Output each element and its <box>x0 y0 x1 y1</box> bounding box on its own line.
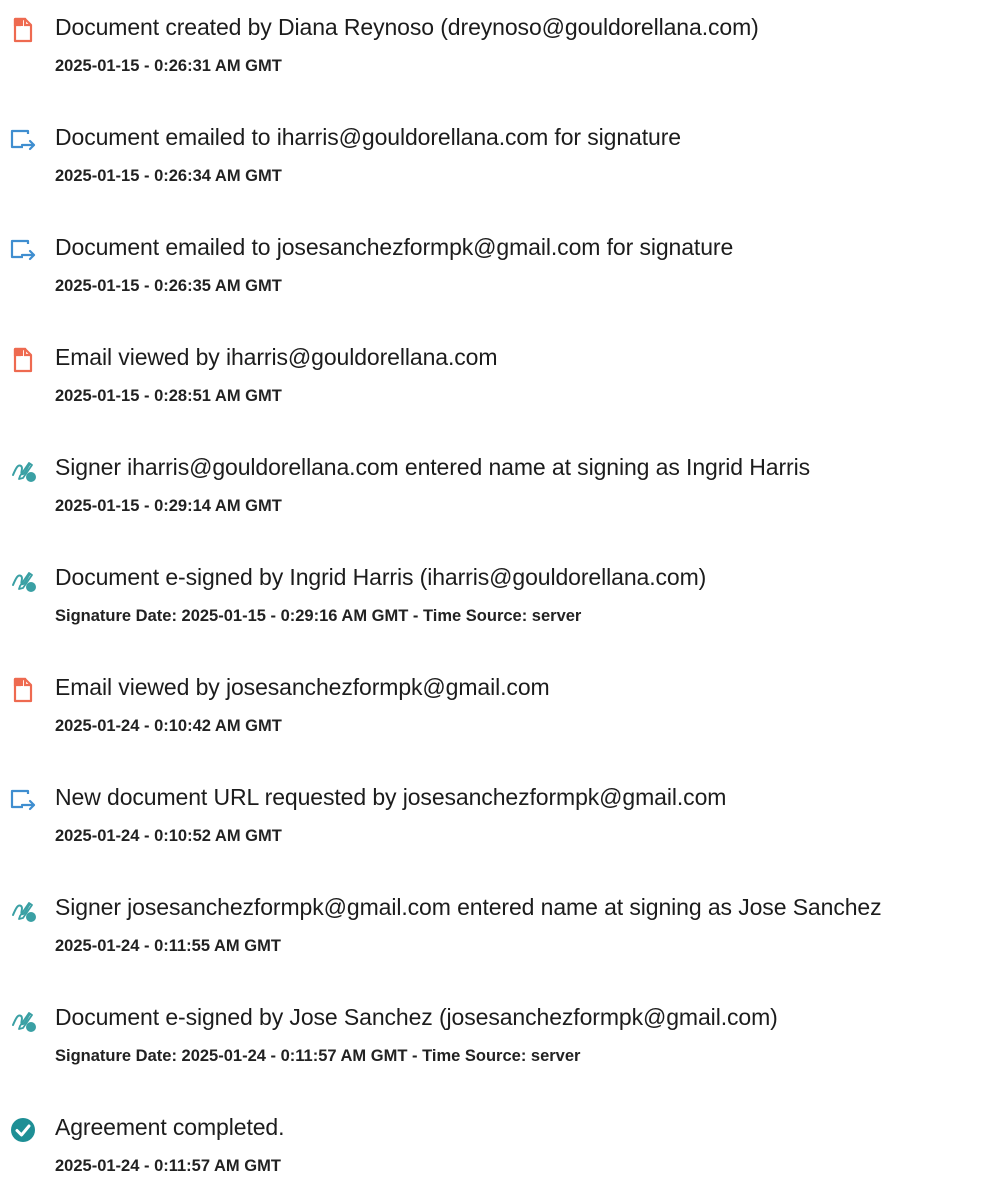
audit-event: Document created by Diana Reynoso (dreyn… <box>0 5 982 105</box>
event-description: Agreement completed. <box>55 1114 285 1140</box>
document-icon <box>8 345 38 375</box>
audit-event: Email viewed by josesanchezformpk@gmail.… <box>0 665 982 765</box>
email-sent-icon <box>8 785 38 815</box>
event-description: Document e-signed by Jose Sanchez (joses… <box>55 1004 778 1030</box>
signature-pen-icon <box>8 565 38 595</box>
event-description: Signer josesanchezformpk@gmail.com enter… <box>55 894 882 920</box>
signature-pen-icon <box>8 1005 38 1035</box>
document-icon <box>8 15 38 45</box>
audit-event: Agreement completed. 2025-01-24 - 0:11:5… <box>0 1105 982 1175</box>
event-description: Document emailed to iharris@gouldorellan… <box>55 124 681 150</box>
audit-event: New document URL requested by josesanche… <box>0 775 982 875</box>
event-signature-date: Signature Date: 2025-01-24 - 0:11:57 AM … <box>55 1047 581 1065</box>
email-sent-icon <box>8 235 38 265</box>
event-description: Email viewed by iharris@gouldorellana.co… <box>55 344 498 370</box>
event-timestamp: 2025-01-15 - 0:29:14 AM GMT <box>55 497 282 515</box>
email-sent-icon <box>8 125 38 155</box>
event-description: Document emailed to josesanchezformpk@gm… <box>55 234 734 260</box>
audit-event: Document e-signed by Ingrid Harris (ihar… <box>0 555 982 655</box>
event-signature-date: Signature Date: 2025-01-15 - 0:29:16 AM … <box>55 607 582 625</box>
event-timestamp: 2025-01-24 - 0:10:42 AM GMT <box>55 717 282 735</box>
event-timestamp: 2025-01-15 - 0:26:35 AM GMT <box>55 277 282 295</box>
event-description: Document e-signed by Ingrid Harris (ihar… <box>55 564 707 590</box>
event-timestamp: 2025-01-15 - 0:26:31 AM GMT <box>55 57 282 75</box>
audit-event: Document emailed to iharris@gouldorellan… <box>0 115 982 215</box>
document-icon <box>8 675 38 705</box>
audit-event: Document emailed to josesanchezformpk@gm… <box>0 225 982 325</box>
signature-pen-icon <box>8 455 38 485</box>
checkmark-circle-icon <box>8 1115 38 1145</box>
signature-pen-icon <box>8 895 38 925</box>
event-timestamp: 2025-01-15 - 0:28:51 AM GMT <box>55 387 282 405</box>
event-timestamp: 2025-01-24 - 0:10:52 AM GMT <box>55 827 282 845</box>
event-timestamp: 2025-01-24 - 0:11:57 AM GMT <box>55 1157 281 1175</box>
audit-event: Signer josesanchezformpk@gmail.com enter… <box>0 885 982 985</box>
audit-event: Email viewed by iharris@gouldorellana.co… <box>0 335 982 435</box>
event-description: Document created by Diana Reynoso (dreyn… <box>55 14 759 40</box>
audit-event: Document e-signed by Jose Sanchez (joses… <box>0 995 982 1095</box>
event-description: Signer iharris@gouldorellana.com entered… <box>55 454 810 480</box>
event-timestamp: 2025-01-24 - 0:11:55 AM GMT <box>55 937 281 955</box>
audit-event: Signer iharris@gouldorellana.com entered… <box>0 445 982 545</box>
event-timestamp: 2025-01-15 - 0:26:34 AM GMT <box>55 167 282 185</box>
event-description: New document URL requested by josesanche… <box>55 784 727 810</box>
event-description: Email viewed by josesanchezformpk@gmail.… <box>55 674 550 700</box>
